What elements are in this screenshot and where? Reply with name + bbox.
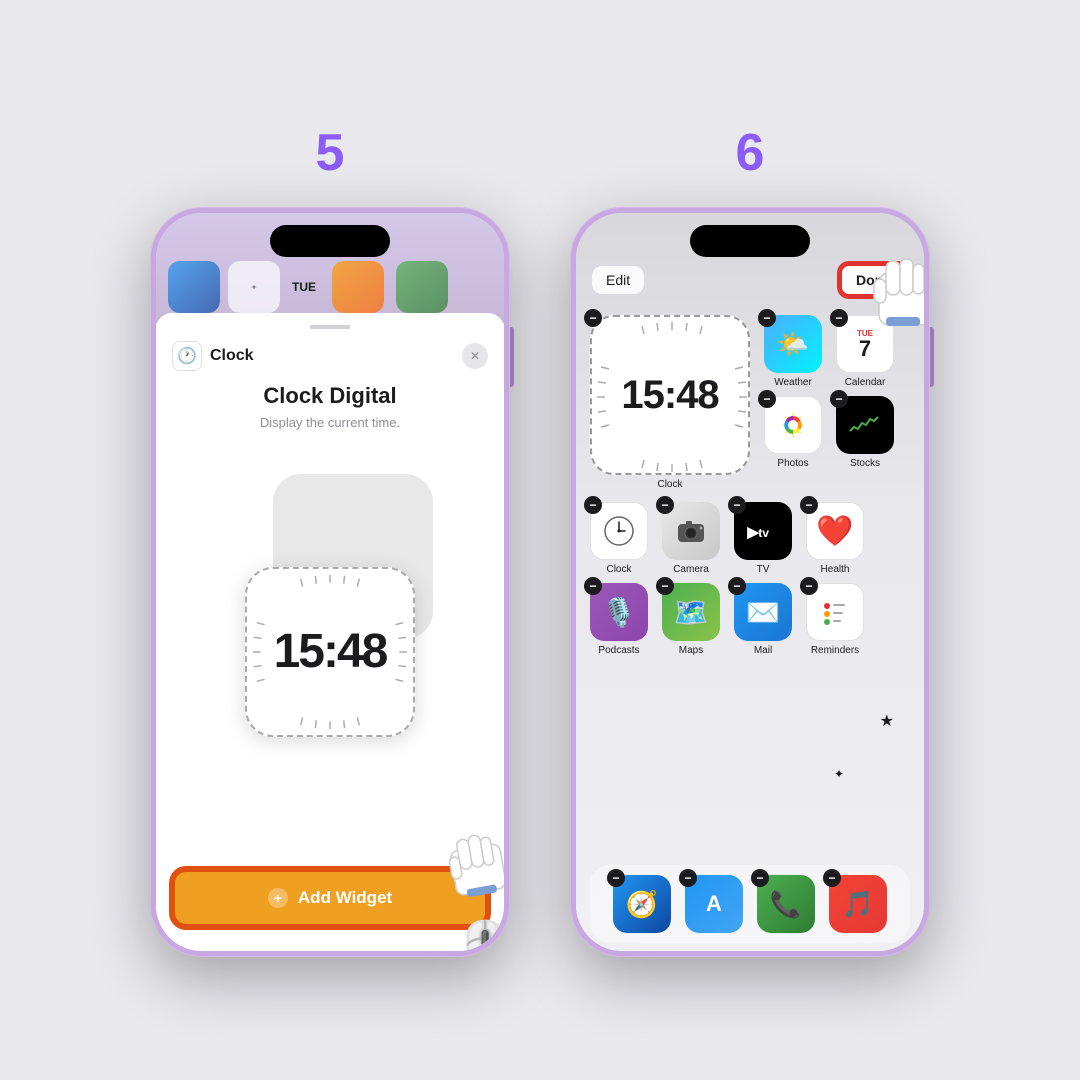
clock-widget-label: Clock: [590, 479, 750, 490]
app-item-safari: − 🧭: [613, 875, 671, 933]
tv-remove-wrap: − ▶ tv: [734, 502, 792, 560]
first-row: −: [590, 315, 910, 490]
sparkle-cross: ✦: [834, 767, 844, 781]
remove-badge-podcasts[interactable]: −: [584, 577, 602, 595]
dynamic-island-5: [270, 225, 390, 257]
clock-widget-home-wrap: −: [590, 315, 750, 490]
remove-badge-photos[interactable]: −: [758, 390, 776, 408]
remove-badge-appstore[interactable]: −: [679, 869, 697, 887]
reminders-remove-wrap: −: [806, 583, 864, 641]
widget-desc: Display the current time.: [172, 415, 488, 430]
tue-label: TUE: [288, 280, 316, 294]
podcasts-label: Podcasts: [598, 645, 639, 656]
dynamic-island-6: [690, 225, 810, 257]
app-item-stocks: − Stocks: [836, 396, 894, 469]
stocks-label: Stocks: [850, 458, 880, 469]
remove-badge-tv[interactable]: −: [728, 496, 746, 514]
sheet-title-row: 🕐 Clock: [172, 341, 254, 371]
weather-label: Weather: [774, 377, 812, 388]
app-item-tv: − ▶ tv TV: [734, 502, 792, 575]
app-item-music: − 🎵: [829, 875, 887, 933]
add-widget-button[interactable]: Add Widget: [172, 869, 488, 927]
app-item-clock: −: [590, 502, 648, 575]
step-5: 5 ✦ TUE: [150, 123, 510, 957]
app-item-reminders: −: [806, 583, 864, 656]
app-item-phone: − 📞: [757, 875, 815, 933]
remove-badge-stocks[interactable]: −: [830, 390, 848, 408]
app-item-mail: − ✉️ Mail: [734, 583, 792, 656]
widget-title: Clock Digital: [172, 383, 488, 409]
podcasts-remove-wrap: − 🎙️: [590, 583, 648, 641]
app-item-appstore: − A: [685, 875, 743, 933]
tv-label: TV: [757, 564, 770, 575]
remove-badge-mail[interactable]: −: [728, 577, 746, 595]
remove-badge-music[interactable]: −: [823, 869, 841, 887]
step-6-number: 6: [736, 123, 765, 183]
mail-label: Mail: [754, 645, 772, 656]
sparkle-star: ★: [880, 711, 894, 731]
remove-badge-calendar[interactable]: −: [830, 309, 848, 327]
svg-text:tv: tv: [758, 526, 769, 540]
phone-5-inner: ✦ TUE 🕐 Clock: [156, 213, 504, 951]
remove-badge-camera[interactable]: −: [656, 496, 674, 514]
remove-badge-safari[interactable]: −: [607, 869, 625, 887]
home-content: −: [576, 307, 924, 857]
app-item-camera: −: [662, 502, 720, 575]
add-widget-container: Add Widget 🖱️: [172, 857, 488, 939]
photos-stocks-row: −: [764, 396, 894, 469]
clock-widget-home: 15:48: [590, 315, 750, 475]
remove-badge-weather[interactable]: −: [758, 309, 776, 327]
widget-preview: 15:48: [172, 446, 488, 857]
svg-text:A: A: [706, 891, 722, 916]
photos-remove-wrap: −: [764, 396, 822, 454]
remove-badge-clock[interactable]: −: [584, 309, 602, 327]
reminders-label: Reminders: [811, 645, 859, 656]
close-button[interactable]: ✕: [462, 343, 488, 369]
clock-app-label: Clock: [606, 564, 631, 575]
sheet-app-name: Clock: [210, 347, 254, 365]
clock-remove-wrap: −: [590, 502, 648, 560]
maps-remove-wrap: − 🗺️: [662, 583, 720, 641]
mail-remove-wrap: − ✉️: [734, 583, 792, 641]
step-5-number: 5: [316, 123, 345, 183]
remove-badge-maps[interactable]: −: [656, 577, 674, 595]
app-row-3: − 🎙️ Podcasts −: [590, 583, 910, 656]
app-item-podcasts: − 🎙️ Podcasts: [590, 583, 648, 656]
phone-5: ✦ TUE 🕐 Clock: [150, 207, 510, 957]
clock-widget-preview: 15:48: [245, 567, 415, 737]
remove-badge-clock-app[interactable]: −: [584, 496, 602, 514]
app-item-weather: − 🌤️ Weather: [764, 315, 822, 388]
stocks-remove-wrap: −: [836, 396, 894, 454]
health-label: Health: [821, 564, 850, 575]
health-remove-wrap: − ❤️: [806, 502, 864, 560]
remove-badge-phone-app[interactable]: −: [751, 869, 769, 887]
dock: − 🧭 − A: [590, 865, 910, 943]
maps-label: Maps: [679, 645, 703, 656]
edit-button[interactable]: Edit: [592, 266, 644, 294]
music-remove-wrap: − 🎵: [829, 875, 887, 933]
app-item-photos: −: [764, 396, 822, 469]
weather-remove-wrap: − 🌤️: [764, 315, 822, 373]
remove-badge-health[interactable]: −: [800, 496, 818, 514]
sheet-handle: [310, 325, 350, 329]
calendar-label: Calendar: [845, 377, 886, 388]
sheet-header: 🕐 Clock ✕: [172, 341, 488, 371]
phone-remove-wrap: − 📞: [757, 875, 815, 933]
main-container: 5 ✦ TUE: [110, 83, 970, 997]
app-item-health: − ❤️ Health: [806, 502, 864, 575]
app-item-maps: − 🗺️ Maps: [662, 583, 720, 656]
app-row-2: −: [590, 502, 910, 575]
safari-remove-wrap: − 🧭: [613, 875, 671, 933]
hand-cursor-6: [864, 251, 924, 346]
camera-remove-wrap: −: [662, 502, 720, 560]
step-6: 6 Edit Done −: [570, 123, 930, 957]
clock-icon-small: 🕐: [172, 341, 202, 371]
phone-6-inner: Edit Done −: [576, 213, 924, 951]
phone-6: Edit Done −: [570, 207, 930, 957]
remove-badge-reminders[interactable]: −: [800, 577, 818, 595]
camera-label: Camera: [673, 564, 709, 575]
photos-label: Photos: [777, 458, 808, 469]
appstore-remove-wrap: − A: [685, 875, 743, 933]
